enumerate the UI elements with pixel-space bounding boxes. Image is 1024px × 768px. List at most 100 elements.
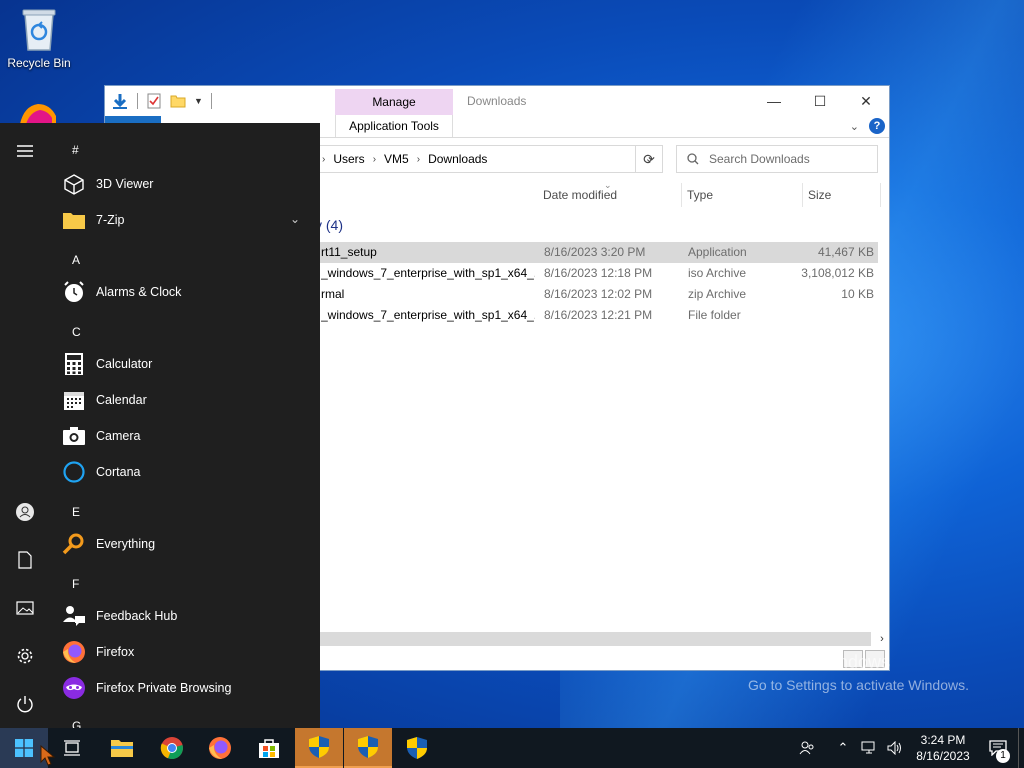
uac-shield-icon (407, 737, 427, 759)
file-date-modified: 8/16/2023 12:02 PM (544, 287, 653, 301)
cortana-icon (62, 460, 86, 484)
breadcrumb-downloads[interactable]: Downloads (428, 152, 487, 166)
file-explorer-icon (111, 740, 133, 757)
title-bar[interactable]: ▼ Manage Downloads — ☐ ✕ (105, 86, 889, 116)
tab-manage[interactable]: Manage (335, 89, 453, 115)
app-label: Calendar (96, 393, 147, 407)
taskbar-uac-prompt-1[interactable] (295, 728, 343, 768)
expand-ribbon-icon[interactable]: ⌄ (850, 120, 859, 133)
chevron-down-icon[interactable]: ⌄ (290, 212, 300, 226)
hamburger-menu-icon[interactable] (13, 139, 37, 163)
taskbar-file-explorer[interactable] (98, 728, 146, 768)
show-desktop-button[interactable] (1018, 728, 1024, 768)
people-icon[interactable] (794, 728, 820, 768)
app-label: Firefox Private Browsing (96, 681, 232, 695)
column-divider[interactable] (880, 183, 881, 207)
app-camera[interactable]: Camera (62, 418, 314, 454)
file-name: rmal (321, 287, 345, 301)
toolbar-separator (210, 93, 212, 109)
file-row[interactable]: _windows_7_enterprise_with_sp1_x64_... 8/… (315, 263, 878, 284)
tab-application-tools[interactable]: Application Tools (335, 115, 453, 137)
ribbon-controls: ⌄ ? (850, 118, 885, 134)
app-list[interactable]: # 3D Viewer 7-Zip ⌄ A Alarms & Clock C C… (56, 123, 320, 728)
app-label: Feedback Hub (96, 609, 178, 623)
recycle-bin-icon (22, 9, 56, 51)
store-icon (259, 739, 279, 758)
magnifier-icon (62, 532, 86, 556)
clock-icon (62, 280, 86, 304)
show-hidden-icons-chevron-icon[interactable]: ⌃ (830, 728, 856, 768)
documents-icon[interactable] (13, 548, 37, 572)
minimize-button[interactable]: — (751, 86, 797, 116)
file-row[interactable]: _windows_7_enterprise_with_sp1_x64_... 8/… (315, 305, 878, 326)
help-icon[interactable]: ? (869, 118, 885, 134)
file-row[interactable]: rt11_setup 8/16/2023 3:20 PM Application 41… (315, 242, 878, 263)
quick-access-toolbar: ▼ (111, 92, 212, 110)
recycle-bin-desktop-icon[interactable]: Recycle Bin (4, 6, 74, 70)
taskbar-firefox[interactable] (196, 728, 244, 768)
download-arrow-icon[interactable] (111, 92, 129, 110)
watermark-title: Activate Windows (748, 652, 891, 672)
folder-icon (62, 208, 86, 232)
taskbar-uac-prompt-2[interactable] (344, 728, 392, 768)
taskbar-chrome[interactable] (148, 728, 196, 768)
section-header-c[interactable]: C (72, 325, 81, 339)
search-box[interactable]: Search Downloads (676, 145, 878, 173)
uac-shield-icon (309, 736, 329, 758)
breadcrumb-vm5[interactable]: VM5 (384, 152, 409, 166)
new-folder-icon[interactable] (170, 93, 186, 109)
app-7-zip[interactable]: 7-Zip ⌄ (62, 202, 314, 238)
app-calendar[interactable]: Calendar (62, 382, 314, 418)
network-icon[interactable] (856, 728, 882, 768)
mouse-cursor-icon (40, 745, 56, 766)
file-type: iso Archive (688, 266, 747, 280)
address-bar[interactable]: ) › Users › VM5 › Downloads ⌄ (301, 145, 663, 173)
sort-indicator-icon: ⌄ (604, 180, 612, 190)
app-cortana[interactable]: Cortana (62, 454, 314, 490)
app-calculator[interactable]: Calculator (62, 346, 314, 382)
close-button[interactable]: ✕ (843, 86, 889, 116)
breadcrumb-users[interactable]: Users (333, 152, 364, 166)
firefox-desktop-icon[interactable] (20, 102, 56, 124)
scroll-right-icon[interactable]: › (875, 632, 889, 646)
app-3d-viewer[interactable]: 3D Viewer (62, 166, 314, 202)
file-name: _windows_7_enterprise_with_sp1_x64_... (321, 266, 535, 280)
app-firefox[interactable]: Firefox (62, 634, 314, 670)
section-header-hash[interactable]: # (72, 143, 79, 157)
horizontal-scrollbar[interactable] (315, 632, 871, 646)
column-divider[interactable] (802, 183, 803, 207)
column-header-size[interactable]: Size (808, 183, 831, 207)
file-date-modified: 8/16/2023 12:21 PM (544, 308, 653, 322)
app-label: Alarms & Clock (96, 285, 182, 299)
power-icon[interactable] (13, 692, 37, 716)
clock-date: 8/16/2023 (916, 749, 970, 763)
chevron-right-icon: › (372, 153, 377, 165)
action-center-button[interactable]: 1 (978, 728, 1018, 768)
file-type: zip Archive (688, 287, 747, 301)
taskbar: ⌃ 3:24 PM 8/16/2023 1 (0, 728, 1024, 768)
pictures-icon[interactable] (13, 596, 37, 620)
maximize-button[interactable]: ☐ (797, 86, 843, 116)
column-divider[interactable] (681, 183, 682, 207)
taskbar-microsoft-store[interactable] (245, 728, 293, 768)
file-row[interactable]: rmal 8/16/2023 12:02 PM zip Archive 10 KB (315, 284, 878, 305)
properties-icon[interactable] (146, 93, 162, 109)
app-label: Firefox (96, 645, 135, 659)
user-account-icon[interactable] (13, 500, 37, 524)
section-header-e[interactable]: E (72, 505, 80, 519)
settings-gear-icon[interactable] (13, 644, 37, 668)
section-header-f[interactable]: F (72, 577, 79, 591)
section-header-g[interactable]: G (72, 719, 81, 728)
app-firefox-private-browsing[interactable]: Firefox Private Browsing (62, 670, 314, 706)
system-tray: ⌃ 3:24 PM 8/16/2023 1 (794, 728, 1024, 768)
customize-toolbar-icon[interactable]: ▼ (194, 96, 203, 106)
app-everything[interactable]: Everything (62, 526, 314, 562)
taskbar-uac-prompt-3[interactable] (393, 728, 441, 768)
section-header-a[interactable]: A (72, 253, 80, 267)
volume-icon[interactable] (882, 728, 908, 768)
clock[interactable]: 3:24 PM 8/16/2023 (908, 732, 978, 764)
app-feedback-hub[interactable]: Feedback Hub (62, 598, 314, 634)
app-alarms-clock[interactable]: Alarms & Clock (62, 274, 314, 310)
column-header-type[interactable]: Type (687, 183, 713, 207)
refresh-button[interactable]: ⟳ (635, 145, 663, 173)
